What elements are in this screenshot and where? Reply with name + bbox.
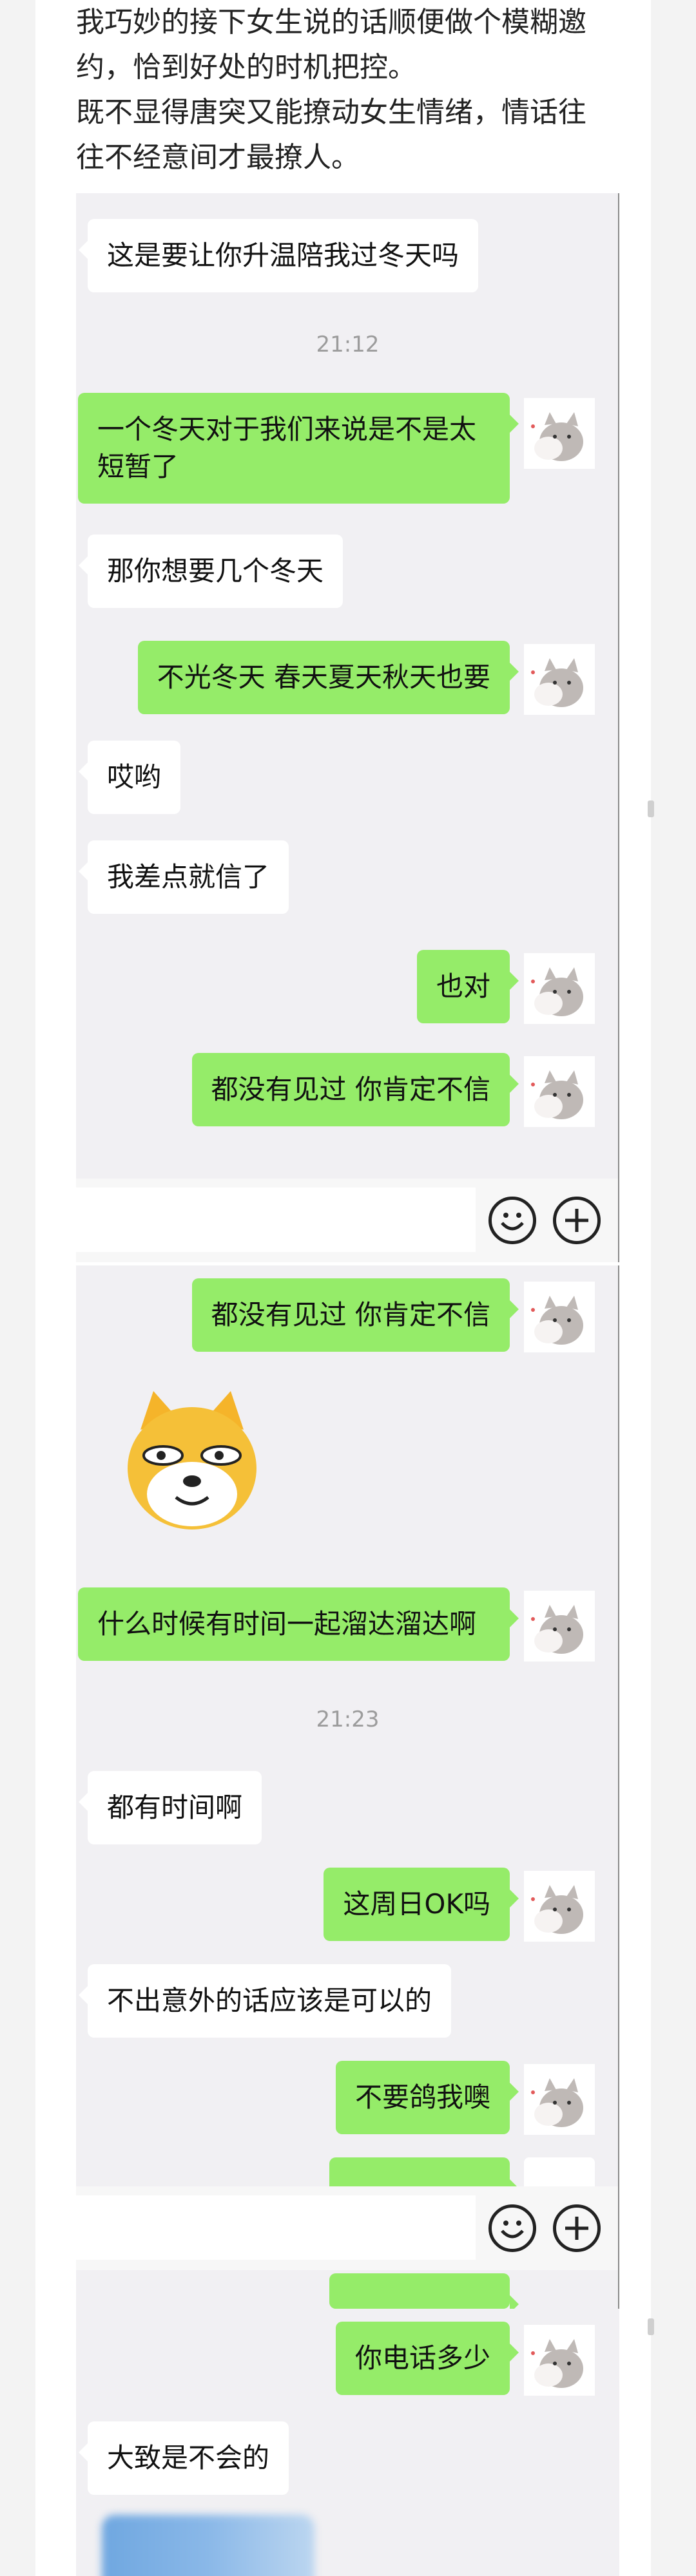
doge-sticker [115,1385,269,1539]
cat-avatar [524,644,595,715]
blurred-image [102,2515,314,2576]
article-intro: 我巧妙的接下女生说的话顺便做个模糊邀约，恰到好处的时机把控。 既不显得唐突又能撩… [76,0,611,180]
message-input[interactable] [76,2195,476,2260]
chat-screenshot-3: 你电话多少 大致是不会的 [76,2309,619,2576]
cat-avatar [524,1871,595,1942]
timestamp: 21:12 [316,332,380,357]
chat-input-bar [76,2186,619,2270]
panel-border [618,193,619,1262]
intro-paragraph: 既不显得唐突又能撩动女生情绪，情话往往不经意间才最撩人。 [76,96,586,174]
received-message: 大致是不会的 [78,2421,289,2495]
timestamp: 21:23 [316,1707,380,1732]
received-message: 那你想要几个冬天 [78,535,343,608]
left-margin [0,0,35,2576]
chat-screenshot-1: 这是要让你升温陪我过冬天吗 21:12 一个冬天对于我们来说是不是太短暂了 那你… [76,193,619,1262]
received-message: 这是要让你升温陪我过冬天吗 [78,219,479,292]
sent-message: 不光冬天 春天夏天秋天也要 [137,641,519,714]
sent-message: 一个冬天对于我们来说是不是太短暂了 [78,393,519,504]
sent-message: 不要鸽我噢 [335,2061,519,2134]
cat-avatar [524,398,595,469]
cat-avatar [524,2325,595,2396]
cat-avatar [524,953,595,1024]
smiley-icon[interactable] [488,1197,536,1244]
message-input[interactable] [76,1188,476,1252]
plus-circle-icon[interactable] [553,2204,601,2252]
plus-circle-icon[interactable] [553,1197,601,1244]
sent-message: 这周日OK吗 [324,1868,519,1941]
panel-border [618,1265,619,2309]
chat-input-bar [76,1179,619,1262]
received-message: 都有时间啊 [78,1771,262,1844]
scrollbar-thumb[interactable] [648,800,654,817]
smiley-icon[interactable] [488,2204,536,2252]
cat-avatar [524,1591,595,1662]
received-message: 哎哟 [78,741,181,814]
partial-sent-message [329,2273,519,2309]
cat-avatar [524,1282,595,1352]
sent-message: 什么时候有时间一起溜达溜达啊 [78,1587,519,1661]
sent-message: 也对 [416,950,519,1023]
article-page: 我巧妙的接下女生说的话顺便做个模糊邀约，恰到好处的时机把控。 既不显得唐突又能撩… [0,0,696,2576]
cat-avatar [524,2064,595,2135]
received-message: 我差点就信了 [78,840,289,914]
scrollbar-thumb[interactable] [648,2318,654,2335]
cat-avatar [524,1056,595,1127]
chat-screenshot-2: 都没有见过 你肯定不信 什么时候有时间一起溜达溜达啊 21:23 都有时间啊 这… [76,1265,619,2309]
sent-message: 都没有见过 你肯定不信 [191,1053,519,1126]
sent-message: 你电话多少 [335,2322,519,2395]
sent-message: 都没有见过 你肯定不信 [191,1278,519,1352]
intro-paragraph: 我巧妙的接下女生说的话顺便做个模糊邀约，恰到好处的时机把控。 [76,6,586,84]
right-margin [651,0,696,2576]
received-message: 不出意外的话应该是可以的 [78,1964,452,2038]
